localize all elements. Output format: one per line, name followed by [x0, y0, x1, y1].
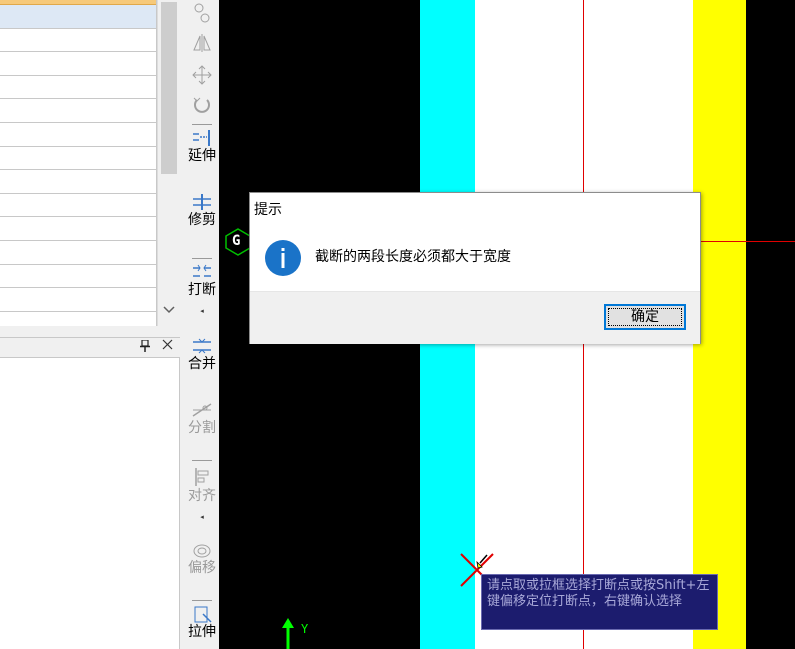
break-icon	[193, 264, 211, 277]
pin-icon[interactable]	[140, 339, 150, 355]
break-tool[interactable]: 打断 ◂	[186, 262, 218, 317]
split-icon	[192, 403, 212, 417]
panel-splitter[interactable]	[0, 326, 180, 338]
extend-icon	[193, 130, 210, 146]
break-label: 打断	[188, 282, 216, 298]
toolstrip-divider	[192, 258, 212, 259]
property-list[interactable]	[0, 0, 157, 326]
list-item[interactable]	[0, 217, 156, 241]
align-tool[interactable]: 对齐 ◂	[186, 466, 218, 523]
dialog-footer: 确定	[250, 291, 700, 344]
align-label: 对齐	[188, 488, 216, 504]
dialog-title: 提示	[254, 202, 282, 218]
split-label: 分割	[188, 420, 216, 436]
list-item[interactable]	[0, 240, 156, 265]
panel-body	[0, 358, 180, 649]
dialog-message: 截断的两段长度必须都大于宽度	[315, 249, 511, 265]
merge-label: 合并	[188, 356, 216, 372]
command-tooltip: 请点取或拉框选择打断点或按Shift+左键偏移定位打断点，右键确认选择	[481, 574, 718, 630]
ok-button[interactable]: 确定	[604, 304, 686, 330]
extend-tool[interactable]: 延伸	[186, 128, 218, 164]
stretch-tool[interactable]: 拉伸	[186, 604, 218, 640]
toolstrip-divider	[192, 600, 212, 601]
offset-tool[interactable]: 偏移	[186, 540, 218, 576]
copy-icon	[194, 3, 210, 23]
rotate-icon	[193, 97, 210, 113]
merge-icon	[193, 338, 211, 354]
mirror-tool[interactable]	[186, 32, 218, 54]
list-item[interactable]	[0, 146, 156, 171]
trim-label: 修剪	[188, 212, 216, 228]
list-item[interactable]	[0, 5, 156, 29]
list-item[interactable]	[0, 193, 156, 218]
stretch-label: 拉伸	[188, 624, 216, 640]
list-scrollbar[interactable]	[157, 0, 179, 326]
scrollbar-thumb[interactable]	[161, 2, 177, 174]
split-tool[interactable]: 分割	[186, 400, 218, 436]
list-item[interactable]	[0, 122, 156, 147]
left-panel	[0, 0, 180, 649]
trim-icon	[193, 194, 211, 210]
edit-toolstrip: 延伸 修剪 打断 ◂ 合并 分割 对齐 ◂ 偏移 拉伸	[186, 0, 218, 649]
extend-label: 延伸	[188, 148, 216, 164]
move-tool[interactable]	[186, 64, 218, 86]
submenu-arrow-icon: ◂	[200, 307, 204, 315]
toolstrip-divider	[192, 460, 212, 461]
panel-title-bar	[0, 338, 180, 358]
list-item[interactable]	[0, 170, 156, 194]
close-icon[interactable]	[162, 339, 173, 354]
toolstrip-divider	[192, 124, 212, 125]
list-item[interactable]	[0, 264, 156, 289]
message-dialog: 提示 截断的两段长度必须都大于宽度 确定	[249, 192, 701, 344]
offset-label: 偏移	[188, 560, 216, 576]
mirror-icon	[193, 34, 211, 52]
chevron-down-icon[interactable]	[162, 305, 176, 319]
move-icon	[192, 65, 212, 85]
submenu-arrow-icon: ◂	[200, 513, 204, 521]
list-item[interactable]	[0, 28, 156, 53]
copy-tool[interactable]	[186, 2, 218, 26]
axis-line-horizontal	[697, 241, 795, 242]
list-item[interactable]	[0, 75, 156, 100]
info-icon	[265, 240, 301, 276]
stretch-icon	[194, 606, 212, 623]
trim-tool[interactable]: 修剪	[186, 192, 218, 228]
merge-tool[interactable]: 合并	[186, 336, 218, 372]
offset-icon	[193, 544, 211, 558]
list-item[interactable]	[0, 99, 156, 123]
snap-marker-label: G	[232, 233, 241, 249]
app-window: 延伸 修剪 打断 ◂ 合并 分割 对齐 ◂ 偏移 拉伸 G Y 请点取或拉框选择…	[0, 0, 795, 649]
list-item[interactable]	[0, 52, 156, 76]
align-icon	[195, 468, 209, 486]
list-item[interactable]	[0, 288, 156, 312]
ucs-y-label: Y	[301, 622, 309, 636]
rotate-tool[interactable]	[186, 94, 218, 116]
